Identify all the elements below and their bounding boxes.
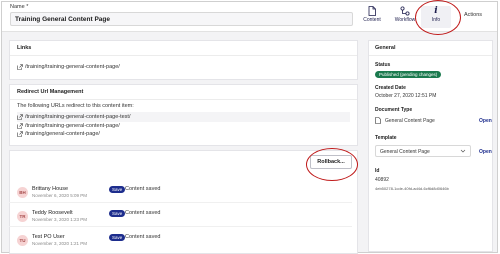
save-badge: Save xyxy=(109,234,126,241)
history-item: TR Teddy Roosevelt November 3, 2020 1:23… xyxy=(17,208,267,224)
links-title: Links xyxy=(10,41,357,56)
workflow-app-label: Workflow xyxy=(394,17,416,23)
history-divider xyxy=(9,226,352,227)
avatar: BH xyxy=(17,186,28,198)
history-text: Content saved xyxy=(125,186,161,192)
redirect-list: /training/training-general-content-page-… xyxy=(17,112,350,122)
redirect-title: Redirect Url Management xyxy=(10,85,357,100)
history-user-name: Brittany House xyxy=(32,186,69,192)
name-input[interactable]: Training General Content Page xyxy=(10,12,353,26)
redirect-panel: Redirect Url Management The following UR… xyxy=(9,84,358,146)
app-frame: Name * Training General Content Page Con… xyxy=(1,0,498,254)
avatar: TU xyxy=(17,234,28,246)
id-value: 40892 xyxy=(375,177,389,183)
template-open-link[interactable]: Open xyxy=(479,149,492,155)
history-item: BH Brittany House November 6, 2020 5:09 … xyxy=(17,184,267,200)
history-divider xyxy=(9,202,352,203)
history-text: Content saved xyxy=(125,210,161,216)
history-text: Content saved xyxy=(125,234,161,240)
avatar: TR xyxy=(17,210,28,222)
links-panel: Links /training/training-general-content… xyxy=(9,40,358,80)
document-type-row: General Content Page xyxy=(375,117,435,124)
external-link-icon xyxy=(17,131,23,137)
document-icon xyxy=(375,117,381,124)
general-title: General xyxy=(369,41,492,56)
created-date-label: Created Date xyxy=(375,85,406,91)
info-highlight-circle xyxy=(415,0,461,35)
history-date: November 3, 2020 1:21 PM xyxy=(32,241,88,246)
name-label: Name * xyxy=(10,4,29,10)
external-link-icon xyxy=(17,64,23,70)
template-select-value: General Content Page xyxy=(380,148,430,155)
history-date: November 3, 2020 1:23 PM xyxy=(32,217,88,222)
created-date-value: October 27, 2020 12:51 PM xyxy=(375,93,437,99)
workflow-icon xyxy=(400,6,410,16)
history-user-name: Teddy Roosevelt xyxy=(32,210,73,216)
redirect-item[interactable]: /training/general-content-page/ xyxy=(10,130,357,138)
status-badge: Published (pending changes) xyxy=(375,71,442,78)
document-icon xyxy=(368,6,376,16)
save-badge: Save xyxy=(109,186,126,193)
guid-value: 4eb50278-1cde-40fd-ad4d-6cf6d8d0646b xyxy=(375,186,449,191)
history-item: TU Test PO User November 3, 2020 1:21 PM… xyxy=(17,232,267,248)
link-item[interactable]: /training/training-general-content-page/ xyxy=(10,63,357,71)
status-label: Status xyxy=(375,62,391,68)
document-type-value: General Content Page xyxy=(385,117,435,124)
redirect-item-text: /training/general-content-page/ xyxy=(25,131,100,137)
template-label: Template xyxy=(375,135,397,141)
history-user-name: Test PO User xyxy=(32,234,65,240)
redirect-item[interactable]: /training/training-general-content-page/ xyxy=(10,122,357,130)
editor-header: Name * Training General Content Page Con… xyxy=(2,0,497,35)
template-select[interactable]: General Content Page xyxy=(375,145,471,157)
document-type-label: Document Type xyxy=(375,107,413,113)
redirect-description: The following URLs redirect to this cont… xyxy=(17,103,134,109)
external-link-icon xyxy=(17,114,23,120)
redirect-item[interactable]: /training/training-general-content-page-… xyxy=(17,113,350,121)
external-link-icon xyxy=(17,123,23,129)
redirect-item-text: /training/training-general-content-page/ xyxy=(25,123,120,129)
history-date: November 6, 2020 5:09 PM xyxy=(32,193,88,198)
content-app-button[interactable]: Content xyxy=(357,6,387,28)
redirect-item-text: /training/training-general-content-page-… xyxy=(25,114,131,120)
content-app-label: Content xyxy=(363,17,381,23)
chevron-down-icon xyxy=(460,149,466,153)
save-badge: Save xyxy=(109,210,126,217)
general-sidebar: General Status Published (pending change… xyxy=(368,40,493,252)
document-type-open-link[interactable]: Open xyxy=(479,118,492,124)
rollback-highlight-circle xyxy=(306,148,358,181)
link-item-text: /training/training-general-content-page/ xyxy=(25,64,120,70)
actions-menu[interactable]: Actions xyxy=(464,12,482,18)
id-label: Id xyxy=(375,168,380,174)
